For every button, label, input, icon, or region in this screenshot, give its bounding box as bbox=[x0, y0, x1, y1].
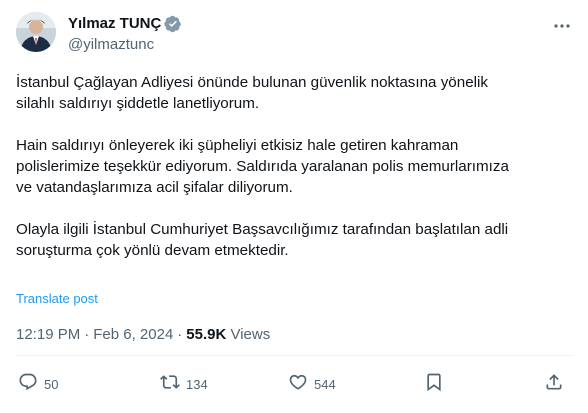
tweet-line: İstanbul Çağlayan Adliyesi önünde buluna… bbox=[16, 74, 488, 91]
retweet-icon bbox=[160, 372, 180, 397]
tweet-time[interactable]: 12:19 PM bbox=[16, 326, 80, 343]
share-icon bbox=[544, 372, 564, 397]
more-options-icon[interactable] bbox=[552, 16, 572, 36]
translate-post-link[interactable]: Translate post bbox=[16, 291, 98, 307]
like-button[interactable]: 544 bbox=[288, 370, 336, 398]
retweet-button[interactable]: 134 bbox=[160, 370, 208, 398]
tweet: Yılmaz TUNÇ @yilmaztunc İstanbul Çağlaya… bbox=[0, 0, 588, 413]
share-button[interactable] bbox=[544, 370, 564, 398]
verified-badge-icon[interactable] bbox=[164, 15, 182, 33]
reply-count: 50 bbox=[44, 376, 59, 392]
tweet-line: ve vatandaşlarımıza acil şifalar diliyor… bbox=[16, 179, 293, 196]
name-row: Yılmaz TUNÇ bbox=[68, 14, 182, 34]
display-name[interactable]: Yılmaz TUNÇ bbox=[68, 14, 161, 34]
author-names: Yılmaz TUNÇ @yilmaztunc bbox=[68, 14, 182, 55]
avatar[interactable] bbox=[16, 12, 56, 52]
tweet-header: Yılmaz TUNÇ @yilmaztunc bbox=[16, 12, 572, 56]
tweet-paragraph: Hain saldırıyı önleyerek iki şüpheliyi e… bbox=[16, 135, 576, 198]
like-count: 544 bbox=[314, 376, 336, 392]
views-label: Views bbox=[230, 326, 271, 343]
reply-button[interactable]: 50 bbox=[18, 370, 58, 398]
author-handle[interactable]: @yilmaztunc bbox=[68, 35, 182, 55]
reply-icon bbox=[18, 372, 38, 397]
tweet-date[interactable]: Feb 6, 2024 bbox=[93, 326, 173, 343]
bookmark-icon bbox=[424, 372, 444, 397]
tweet-meta: 12:19 PM · Feb 6, 2024 · 55.9K Views bbox=[16, 325, 270, 345]
views-count[interactable]: 55.9K bbox=[186, 326, 226, 343]
bookmark-button[interactable] bbox=[424, 370, 444, 398]
tweet-text: İstanbul Çağlayan Adliyesi önünde buluna… bbox=[16, 72, 576, 261]
tweet-paragraph: İstanbul Çağlayan Adliyesi önünde buluna… bbox=[16, 72, 576, 114]
meta-separator: · bbox=[177, 326, 183, 343]
tweet-line: Olayla ilgili İstanbul Cumhuriyet Başsav… bbox=[16, 221, 509, 238]
tweet-line: Hain saldırıyı önleyerek iki şüpheliyi e… bbox=[16, 137, 459, 154]
tweet-line: silahlı saldırıyı şiddetle lanetliyorum. bbox=[16, 95, 260, 112]
retweet-count: 134 bbox=[186, 376, 208, 392]
tweet-line: soruşturma çok yönlü devam etmektedir. bbox=[16, 242, 289, 259]
tweet-line: polislerimize teşekkür ediyorum. Saldırı… bbox=[16, 158, 509, 175]
action-bar: 50 134 544 bbox=[16, 370, 572, 398]
tweet-paragraph: Olayla ilgili İstanbul Cumhuriyet Başsav… bbox=[16, 219, 576, 261]
meta-separator: · bbox=[84, 326, 90, 343]
heart-icon bbox=[288, 372, 308, 397]
divider bbox=[16, 355, 572, 356]
